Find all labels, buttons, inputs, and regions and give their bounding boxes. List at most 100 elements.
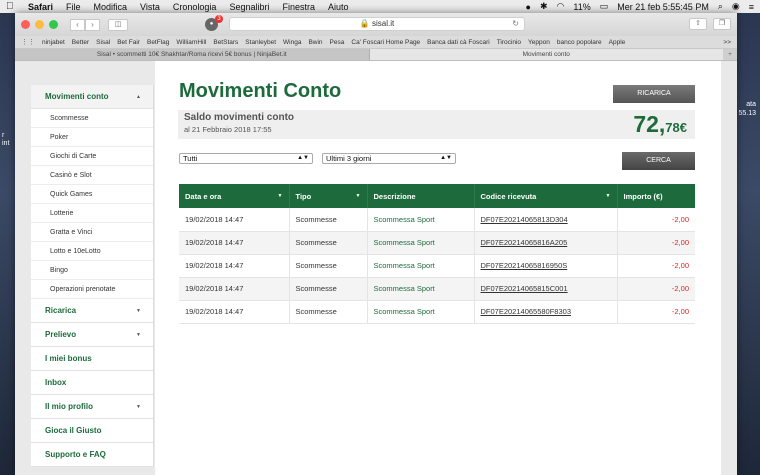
bookmark-item[interactable]: Yeppon bbox=[528, 39, 550, 46]
extension-badge: 3 bbox=[215, 15, 223, 23]
battery-icon[interactable]: ▭ bbox=[600, 1, 609, 12]
type-filter-select[interactable]: Tutti ▲▼ bbox=[179, 153, 313, 164]
spotlight-icon[interactable]: ⌕ bbox=[718, 1, 723, 12]
menu-modifica[interactable]: Modifica bbox=[94, 2, 128, 12]
tab-ninjabet[interactable]: Sisal • scommetti 10€ Shakhtar/Roma rice… bbox=[15, 49, 370, 60]
bookmark-item[interactable]: Bet Fair bbox=[117, 39, 140, 46]
bookmarks-overflow-icon[interactable]: >> bbox=[723, 39, 731, 46]
cell-receipt-link[interactable]: DF07E20214065580F8303 bbox=[474, 300, 618, 324]
minimize-window-button[interactable] bbox=[35, 20, 44, 29]
header-data-ora[interactable]: Data e ora ▼ bbox=[179, 184, 290, 208]
account-sidebar: Movimenti conto ▲ Scommesse Poker Giochi… bbox=[31, 85, 154, 467]
header-tipo[interactable]: Tipo ▼ bbox=[289, 184, 368, 208]
period-filter-select[interactable]: Ultimi 3 giorni ▲▼ bbox=[322, 153, 456, 164]
bookmark-item[interactable]: banco popolare bbox=[557, 39, 602, 46]
balance-box: Saldo movimenti conto al 21 Febbraio 201… bbox=[178, 110, 695, 139]
menu-finestra[interactable]: Finestra bbox=[282, 2, 315, 12]
bookmark-item[interactable]: WilliamHill bbox=[176, 39, 206, 46]
bookmark-item[interactable]: Sisal bbox=[96, 39, 110, 46]
bookmarks-grid-icon[interactable]: ⋮⋮ bbox=[21, 38, 35, 46]
sidebar-subitem-operazioni-prenotate[interactable]: Operazioni prenotate bbox=[31, 280, 153, 299]
close-window-button[interactable] bbox=[21, 20, 30, 29]
forward-icon[interactable]: › bbox=[85, 18, 100, 31]
bookmark-item[interactable]: Bwin bbox=[308, 39, 322, 46]
reload-icon[interactable]: ↻ bbox=[512, 18, 519, 30]
share-icon[interactable]: ⇧ bbox=[689, 18, 707, 30]
bookmark-item[interactable]: Tirocinio bbox=[497, 39, 521, 46]
cell-type: Scommesse bbox=[289, 300, 368, 324]
cell-description: Scommessa Sport bbox=[367, 300, 475, 324]
movements-table: Data e ora ▼ Tipo ▼ Descrizione Codice ric… bbox=[179, 184, 695, 324]
clock[interactable]: Mer 21 feb 5:55:45 PM bbox=[617, 2, 709, 12]
balance-decimal: 78€ bbox=[665, 120, 687, 135]
ricarica-button[interactable]: RICARICA bbox=[613, 85, 695, 103]
bookmark-item[interactable]: Better bbox=[72, 39, 89, 46]
sidebar-subitem-quick-games[interactable]: Quick Games bbox=[31, 185, 153, 204]
header-descrizione: Descrizione bbox=[367, 184, 475, 208]
bookmark-item[interactable]: Apple bbox=[609, 39, 626, 46]
cell-date: 19/02/2018 14:47 bbox=[179, 254, 290, 278]
bookmark-item[interactable]: Pesa bbox=[330, 39, 345, 46]
cell-receipt-link[interactable]: DF07E20214065815C001 bbox=[474, 277, 618, 301]
cell-description: Scommessa Sport bbox=[367, 231, 475, 255]
bluetooth-icon[interactable]: ✱ bbox=[540, 1, 548, 12]
battery-percent[interactable]: 11% bbox=[573, 2, 590, 12]
chevron-down-icon: ▼ bbox=[136, 308, 141, 314]
sort-icon: ▼ bbox=[605, 193, 611, 199]
bookmark-item[interactable]: Stanleybet bbox=[245, 39, 276, 46]
sidebar-item-profilo[interactable]: Il mio profilo ▼ bbox=[31, 395, 153, 419]
cell-receipt-link[interactable]: DF07E20214065816A205 bbox=[474, 231, 618, 255]
page-content: Movimenti conto ▲ Scommesse Poker Giochi… bbox=[15, 61, 737, 475]
bookmark-item[interactable]: BetStars bbox=[213, 39, 238, 46]
cell-description: Scommessa Sport bbox=[367, 277, 475, 301]
sidebar-subitem-lotto[interactable]: Lotto e 10eLotto bbox=[31, 242, 153, 261]
sidebar-item-ricarica[interactable]: Ricarica ▼ bbox=[31, 299, 153, 323]
sidebar-subitem-casino-slot[interactable]: Casinò e Slot bbox=[31, 166, 153, 185]
apple-icon[interactable]:  bbox=[6, 1, 16, 12]
new-tab-icon[interactable]: + bbox=[723, 49, 737, 60]
bookmark-item[interactable]: ninjabet bbox=[42, 39, 65, 46]
chevron-down-icon: ▼ bbox=[136, 332, 141, 338]
cell-receipt-link[interactable]: DF07E20214065813D304 bbox=[474, 208, 618, 232]
sidebar-subitem-lotterie[interactable]: Lotterie bbox=[31, 204, 153, 223]
cell-type: Scommesse bbox=[289, 277, 368, 301]
sidebar-subitem-gratta-vinci[interactable]: Gratta e Vinci bbox=[31, 223, 153, 242]
wifi-icon[interactable]: ◠ bbox=[557, 1, 565, 12]
user-avatar-icon[interactable]: ◉ bbox=[732, 1, 740, 12]
tabs-overview-icon[interactable]: ❐ bbox=[713, 18, 731, 30]
sidebar-subitem-scommesse[interactable]: Scommesse bbox=[31, 109, 153, 128]
menu-file[interactable]: File bbox=[66, 2, 81, 12]
bookmark-item[interactable]: Ca' Foscari Home Page bbox=[351, 39, 420, 46]
sidebar-item-prelievo[interactable]: Prelievo ▼ bbox=[31, 323, 153, 347]
creative-cloud-icon[interactable]: ● bbox=[526, 2, 531, 12]
table-row: 19/02/2018 14:47 Scommesse Scommessa Spo… bbox=[179, 254, 695, 278]
table-row: 19/02/2018 14:47 Scommesse Scommessa Spo… bbox=[179, 208, 695, 232]
sidebar-item-supporto[interactable]: Supporto e FAQ bbox=[31, 443, 153, 467]
bookmark-item[interactable]: Banca dati cà Foscari bbox=[427, 39, 490, 46]
sidebar-item-bonus[interactable]: I miei bonus bbox=[31, 347, 153, 371]
address-bar[interactable]: 🔒 sisal.it ↻ bbox=[229, 17, 525, 31]
menu-aiuto[interactable]: Aiuto bbox=[328, 2, 349, 12]
bookmark-item[interactable]: BetFlag bbox=[147, 39, 169, 46]
table-row: 19/02/2018 14:47 Scommesse Scommessa Spo… bbox=[179, 300, 695, 324]
sidebar-subitem-giochi-carte[interactable]: Giochi di Carte bbox=[31, 147, 153, 166]
sidebar-subitem-poker[interactable]: Poker bbox=[31, 128, 153, 147]
sidebar-item-inbox[interactable]: Inbox bbox=[31, 371, 153, 395]
header-codice-ricevuta[interactable]: Codice ricevuta ▼ bbox=[474, 184, 618, 208]
notification-center-icon[interactable]: ≡ bbox=[749, 2, 754, 12]
back-icon[interactable]: ‹ bbox=[70, 18, 85, 31]
menu-segnalibri[interactable]: Segnalibri bbox=[229, 2, 269, 12]
menu-vista[interactable]: Vista bbox=[140, 2, 160, 12]
zoom-window-button[interactable] bbox=[49, 20, 58, 29]
bookmark-item[interactable]: Winga bbox=[283, 39, 301, 46]
sidebar-toggle-icon[interactable]: ◫ bbox=[108, 18, 128, 31]
tab-movimenti-conto[interactable]: Movimenti conto bbox=[369, 49, 723, 60]
cell-receipt-link[interactable]: DF07E20214065816950S bbox=[474, 254, 618, 278]
menu-cronologia[interactable]: Cronologia bbox=[173, 2, 217, 12]
sidebar-subitem-bingo[interactable]: Bingo bbox=[31, 261, 153, 280]
cell-amount: -2,00 bbox=[617, 300, 695, 324]
menu-app-name[interactable]: Safari bbox=[28, 2, 53, 12]
cerca-button[interactable]: CERCA bbox=[622, 152, 695, 170]
sidebar-item-movimenti-conto[interactable]: Movimenti conto ▲ bbox=[31, 85, 153, 109]
sidebar-item-gioca-giusto[interactable]: Gioca il Giusto bbox=[31, 419, 153, 443]
